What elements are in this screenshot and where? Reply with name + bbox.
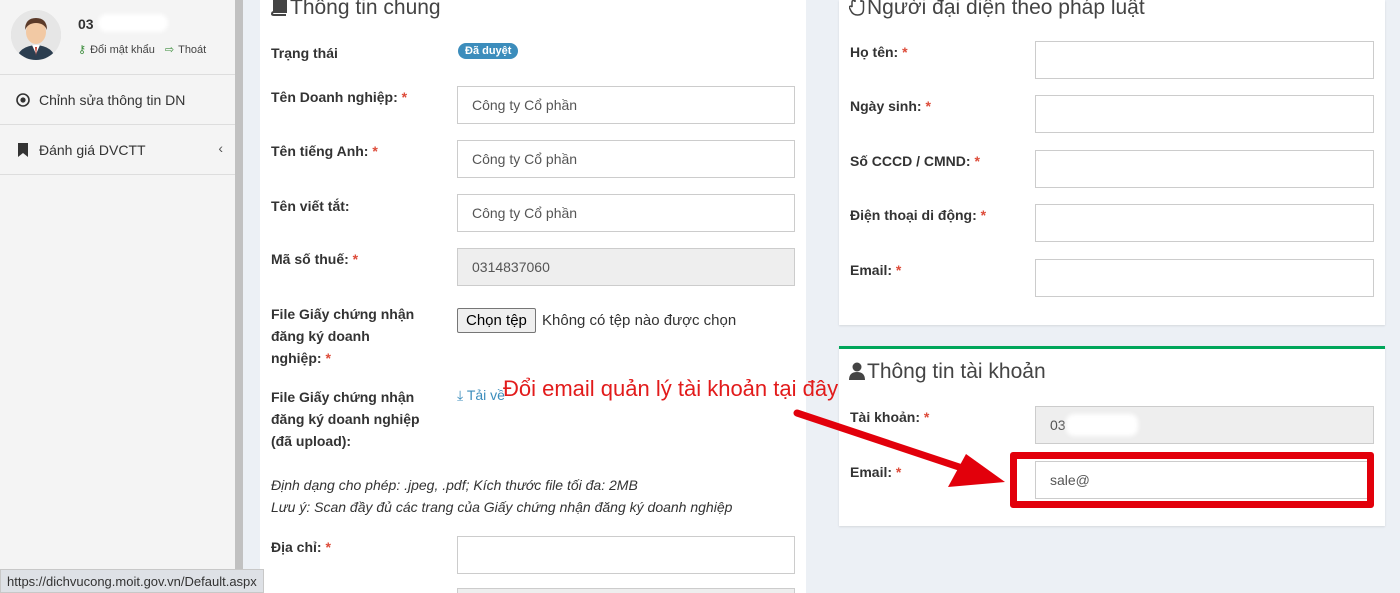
logout-label: Thoát: [178, 44, 207, 56]
download-link-text: Tải về: [466, 387, 505, 403]
company-name-input[interactable]: Công ty Cổ phần: [457, 86, 795, 124]
sidebar-item-label: Chỉnh sửa thông tin DN: [39, 91, 186, 108]
sidebar-item-label: Đánh giá DVCTT: [39, 141, 146, 158]
user-name: 03: [78, 16, 94, 32]
next-input[interactable]: [457, 588, 795, 593]
legal-name-input[interactable]: [1035, 41, 1374, 79]
annotation-highlight-box: [1010, 452, 1374, 508]
legal-email-input[interactable]: [1035, 259, 1374, 297]
status-label: Trạng thái: [271, 45, 338, 61]
user-panel: 03 ⚷ Đổi mật khẩu ⇨ Thoát: [0, 0, 242, 75]
id-number-label: Số CCCD / CMND: *: [850, 150, 980, 172]
address-input[interactable]: [457, 536, 795, 574]
legal-name-label: Họ tên: *: [850, 41, 908, 63]
bookmark-icon: [16, 142, 30, 157]
target-icon: [16, 92, 30, 107]
address-label-text: Địa chỉ:: [271, 539, 322, 555]
tax-code-label: Mã số thuế: *: [271, 248, 358, 270]
browser-status-url: https://dichvucong.moit.gov.vn/Default.a…: [0, 569, 264, 593]
required-mark: *: [372, 143, 378, 159]
legal-email-label-text: Email:: [850, 262, 893, 278]
uploaded-file-label-line1: File Giấy chứng nhận: [271, 389, 415, 405]
uploaded-file-label-line3: (đã upload):: [271, 433, 352, 449]
id-number-input[interactable]: [1035, 150, 1374, 188]
account-title-text: Thông tin tài khoản: [867, 360, 1046, 383]
download-icon: ⤓: [457, 387, 464, 403]
legal-rep-title-text: Người đại diện theo pháp luật: [867, 0, 1145, 19]
redaction: [98, 14, 168, 32]
required-mark: *: [925, 98, 931, 114]
sidebar-item-rating[interactable]: Đánh giá DVCTT ‹: [0, 125, 243, 175]
required-mark: *: [923, 409, 930, 425]
legal-email-label: Email: *: [850, 259, 901, 281]
annotation-text: Đổi email quản lý tài khoản tại đây: [503, 376, 839, 401]
phone-label-text: Điện thoại di động:: [850, 207, 977, 223]
download-link[interactable]: ⤓ Tải về: [457, 387, 505, 404]
sidebar-item-edit-company[interactable]: Chỉnh sửa thông tin DN: [0, 75, 243, 125]
dob-input[interactable]: [1035, 95, 1374, 133]
tax-code-input[interactable]: 0314837060: [457, 248, 795, 286]
dob-label-text: Ngày sinh:: [850, 98, 922, 114]
required-mark: *: [352, 251, 359, 267]
scan-note: Lưu ý: Scan đầy đủ các trang của Giấy ch…: [271, 499, 733, 515]
file-upload-label: File Giấy chứng nhận đăng ký doanh nghiệ…: [271, 303, 414, 369]
company-name-label-text: Tên Doanh nghiệp:: [271, 89, 398, 105]
change-password-label: Đổi mật khẩu: [90, 44, 155, 56]
required-mark: *: [895, 262, 902, 278]
hand-icon: [848, 0, 865, 22]
company-name-label: Tên Doanh nghiệp: *: [271, 86, 407, 108]
phone-label: Điện thoại di động: *: [850, 204, 986, 226]
choose-file-button[interactable]: Chọn tệp: [457, 308, 536, 333]
logout-link[interactable]: ⇨ Thoát: [165, 43, 206, 56]
account-email-label: Email: *: [850, 461, 901, 483]
required-mark: *: [980, 207, 987, 223]
legal-rep-title: Người đại diện theo pháp luật: [848, 0, 1145, 22]
user-links: ⚷ Đổi mật khẩu ⇨ Thoát: [78, 43, 206, 56]
short-name-label: Tên viết tắt:: [271, 198, 350, 214]
sign-out-icon: ⇨: [164, 44, 175, 56]
user-icon: [849, 362, 865, 386]
chevron-left-icon: ‹: [218, 140, 223, 156]
sidebar-scrollbar[interactable]: [235, 0, 243, 593]
redaction: [1066, 414, 1138, 436]
username-label-text: Tài khoản:: [850, 409, 921, 425]
address-label: Địa chỉ: *: [271, 536, 331, 558]
uploaded-file-label-line2: đăng ký doanh nghiệp: [271, 411, 420, 427]
file-upload-label-line3: nghiệp:: [271, 350, 322, 366]
file-upload-label-line2: đăng ký doanh: [271, 328, 370, 344]
required-mark: *: [325, 539, 331, 555]
book-icon: [270, 0, 288, 22]
change-password-link[interactable]: ⚷ Đổi mật khẩu: [78, 43, 155, 56]
sidebar: 03 ⚷ Đổi mật khẩu ⇨ Thoát Chỉnh sửa thông …: [0, 0, 243, 593]
english-name-label: Tên tiếng Anh: *: [271, 140, 378, 162]
tax-code-label-text: Mã số thuế:: [271, 251, 349, 267]
key-icon: ⚷: [78, 44, 87, 56]
file-upload-label-line1: File Giấy chứng nhận: [271, 306, 415, 322]
status-badge: Đã duyệt: [458, 43, 519, 59]
account-email-label-text: Email:: [850, 464, 893, 480]
account-title: Thông tin tài khoản: [849, 360, 1046, 386]
username-label: Tài khoản: *: [850, 406, 929, 428]
required-mark: *: [895, 464, 902, 480]
english-name-input[interactable]: Công ty Cổ phần: [457, 140, 795, 178]
uploaded-file-label: File Giấy chứng nhận đăng ký doanh nghiệ…: [271, 386, 420, 452]
legal-name-label-text: Họ tên:: [850, 44, 899, 60]
file-status-text: Không có tệp nào được chọn: [542, 312, 737, 329]
phone-input[interactable]: [1035, 204, 1374, 242]
avatar[interactable]: [11, 10, 61, 60]
format-note: Định dạng cho phép: .jpeg, .pdf; Kích th…: [271, 477, 638, 493]
english-name-label-text: Tên tiếng Anh:: [271, 143, 369, 159]
required-mark: *: [401, 89, 408, 105]
general-info-title-text: Thông tin chung: [290, 0, 441, 19]
dob-label: Ngày sinh: *: [850, 95, 931, 117]
required-mark: *: [325, 350, 331, 366]
id-number-label-text: Số CCCD / CMND:: [850, 153, 971, 169]
general-info-title: Thông tin chung: [270, 0, 441, 22]
required-mark: *: [974, 153, 980, 169]
short-name-input[interactable]: Công ty Cổ phần: [457, 194, 795, 232]
required-mark: *: [902, 44, 908, 60]
